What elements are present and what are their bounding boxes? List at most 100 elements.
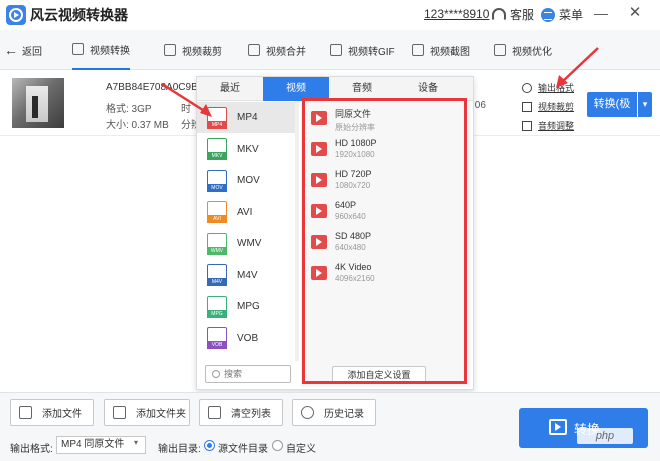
search-icon: [212, 370, 220, 378]
format-item-vob[interactable]: VOB VOB: [197, 323, 297, 354]
format-item-m4v[interactable]: M4V M4V: [197, 260, 297, 291]
file-size: 大小: 0.37 MB: [106, 120, 169, 131]
tab-video-convert[interactable]: 视频转换: [72, 30, 130, 70]
minimize-button[interactable]: —: [592, 4, 610, 22]
back-button[interactable]: ← 返回: [4, 42, 42, 58]
video-crop-icon: [164, 44, 176, 56]
format-item-avi[interactable]: AVI AVI: [197, 197, 297, 228]
output-format-label: 输出格式:: [10, 444, 53, 455]
tab-label: 视频优化: [512, 46, 552, 58]
watermark: php: [577, 428, 633, 444]
tab-video-optimize[interactable]: 视频优化: [494, 30, 552, 70]
radio-custom-dir-label: 自定义: [286, 444, 316, 455]
format-name: WMV: [237, 238, 262, 249]
format-badge: M4V: [207, 278, 227, 286]
file-format: 格式: 3GP: [106, 104, 152, 115]
scissors-icon: [522, 101, 532, 112]
output-format-icon: [522, 82, 532, 93]
video-edit-link-label: 视频裁剪: [538, 102, 575, 112]
trash-icon: [208, 406, 221, 419]
convert-play-icon: [549, 419, 567, 435]
add-folder-label: 添加文件夹: [136, 409, 186, 420]
menu-button[interactable]: 菜单: [541, 6, 583, 23]
file-mkv-icon: MKV: [207, 138, 227, 160]
tab-recent[interactable]: 最近: [197, 77, 263, 101]
format-list-scrollbar[interactable]: [295, 101, 299, 361]
format-item-mov[interactable]: MOV MOV: [197, 165, 297, 196]
file-vob-icon: VOB: [207, 327, 227, 349]
output-format-link[interactable]: 输出格式: [522, 81, 574, 94]
file-mov-icon: MOV: [207, 169, 227, 192]
video-thumbnail: [12, 78, 64, 128]
close-button[interactable]: ✕: [626, 4, 644, 22]
add-file-button[interactable]: 添加文件: [10, 399, 94, 426]
tab-label: 视频截图: [430, 46, 470, 58]
history-button[interactable]: 历史记录: [292, 399, 376, 426]
title-bar: 风云视频转换器 123****8910 客服 菜单 — ✕: [0, 0, 660, 30]
clear-list-button[interactable]: 清空列表: [199, 399, 283, 426]
format-item-mp4[interactable]: MP4 MP4: [197, 102, 297, 133]
convert-fast-button[interactable]: 转换(极速): [587, 92, 637, 135]
tab-video-merge[interactable]: 视频合并: [248, 30, 306, 70]
file-m4v-icon: M4V: [207, 264, 227, 286]
video-merge-icon: [248, 44, 260, 56]
clear-list-label: 清空列表: [231, 409, 271, 420]
format-badge: MKV: [207, 152, 227, 160]
file-mp4-icon: MP4: [207, 106, 227, 129]
format-name: MKV: [237, 143, 259, 155]
tab-label: 视频合并: [266, 46, 306, 58]
convert-dropdown-button[interactable]: ▾: [638, 92, 652, 117]
format-search-box[interactable]: [205, 365, 291, 383]
format-search-input[interactable]: [224, 369, 284, 379]
format-name: MOV: [237, 175, 260, 186]
format-badge: MPG: [207, 309, 227, 318]
add-file-icon: [19, 406, 32, 419]
tab-video-crop[interactable]: 视频裁剪: [164, 30, 222, 70]
video-edit-link[interactable]: 视频裁剪: [522, 100, 574, 113]
format-item-mpg[interactable]: MPG MPG: [197, 291, 297, 322]
format-badge: AVI: [207, 215, 227, 223]
audio-adjust-link-label: 音频调整: [538, 121, 575, 131]
tab-video-screenshot[interactable]: 视频截图: [412, 30, 470, 70]
tab-label: 视频转GIF: [348, 46, 395, 58]
music-note-icon: [522, 120, 532, 131]
headset-icon: [492, 8, 506, 21]
back-arrow-icon: ←: [4, 42, 18, 58]
user-account-link[interactable]: 123****8910: [424, 7, 489, 21]
function-toolbar: ← 返回 视频转换 视频裁剪 视频合并 视频转GIF 视频截图 视频优化: [0, 30, 660, 70]
app-logo-icon: [6, 5, 26, 25]
back-label: 返回: [22, 46, 42, 58]
format-badge: VOB: [207, 341, 227, 349]
audio-adjust-link[interactable]: 音频调整: [522, 119, 574, 132]
clock-icon: [301, 406, 314, 419]
output-format-link-label: 输出格式: [538, 83, 575, 93]
format-item-wmv[interactable]: WMV WMV: [197, 228, 297, 259]
output-format-select[interactable]: MP4 同原文件: [56, 436, 146, 454]
format-name: M4V: [237, 269, 258, 281]
service-button[interactable]: 客服: [492, 6, 534, 23]
screenshot-icon: [412, 44, 424, 56]
file-mpg-icon: MPG: [207, 295, 227, 318]
output-dir-label: 输出目录:: [158, 444, 201, 455]
radio-custom-dir[interactable]: [272, 440, 283, 451]
radio-source-dir[interactable]: [204, 440, 215, 451]
file-avi-icon: AVI: [207, 201, 227, 223]
format-badge: WMV: [207, 246, 227, 255]
history-label: 历史记录: [324, 409, 364, 420]
tab-label: 视频裁剪: [182, 46, 222, 58]
format-item-mkv[interactable]: MKV MKV: [197, 134, 297, 165]
tab-label: 视频转换: [90, 45, 130, 57]
format-badge: MP4: [207, 120, 227, 129]
tab-video-to-gif[interactable]: 视频转GIF: [330, 30, 395, 70]
format-list: MP4 MP4 MKV MKV MOV MOV AVI AVI WMV WMV M4V M4V MPG M…: [197, 101, 297, 361]
service-label: 客服: [510, 8, 535, 22]
format-badge: MOV: [207, 183, 227, 192]
app-title: 风云视频转换器: [30, 7, 128, 23]
format-name: MPG: [237, 301, 260, 312]
file-wmv-icon: WMV: [207, 232, 227, 255]
add-folder-button[interactable]: 添加文件夹: [104, 399, 190, 426]
format-name: VOB: [237, 332, 259, 344]
format-name: AVI: [237, 206, 253, 218]
add-folder-icon: [113, 406, 126, 419]
file-resolution-label: 分辨: [181, 120, 197, 131]
